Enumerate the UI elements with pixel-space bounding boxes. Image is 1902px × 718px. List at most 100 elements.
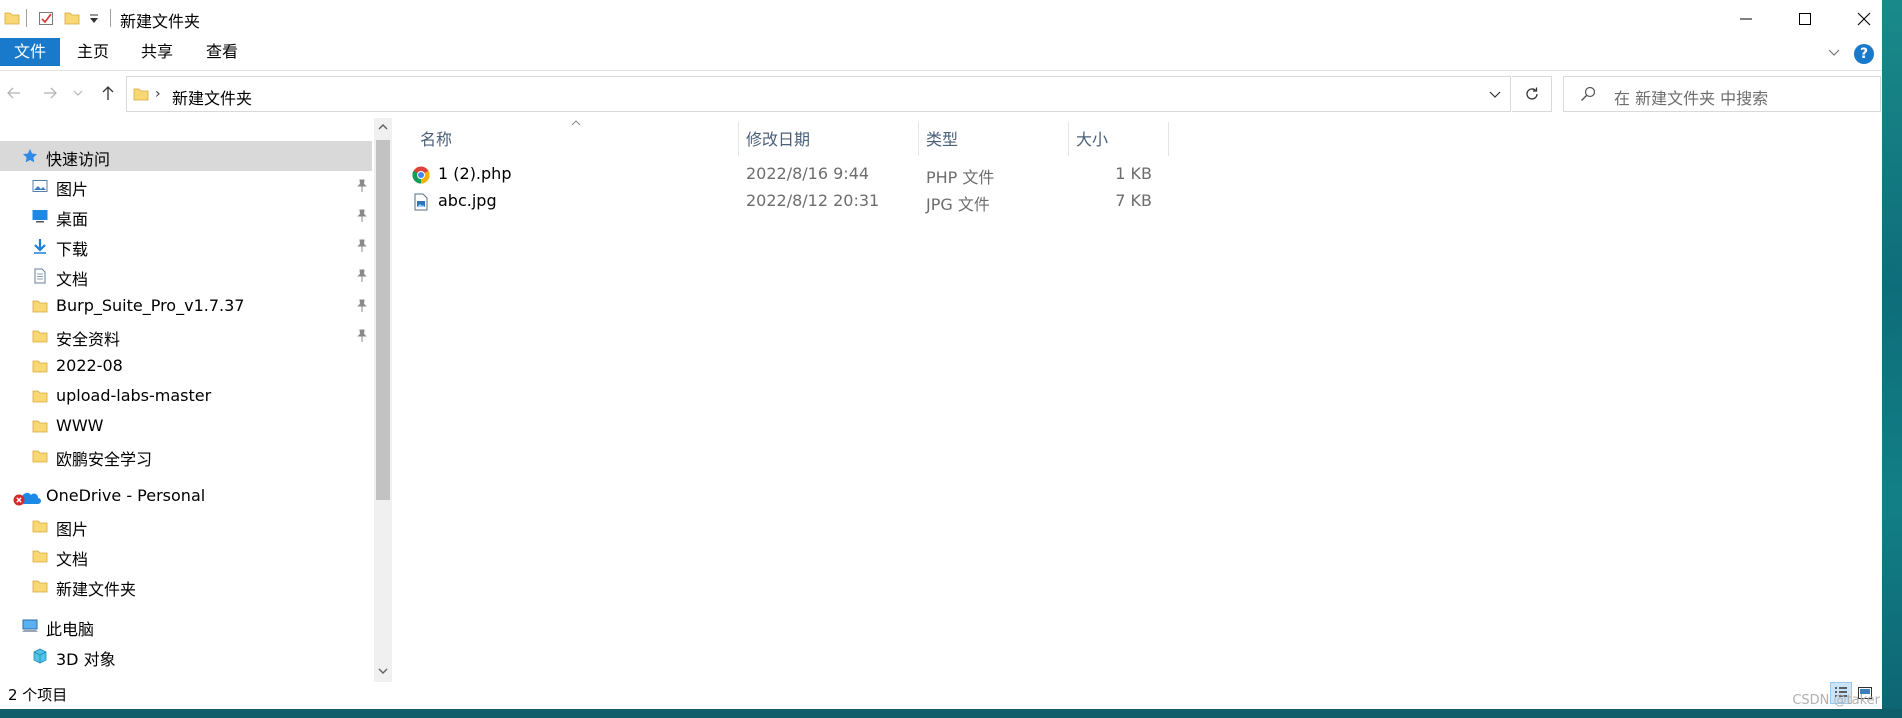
nav-onedrive[interactable]: OneDrive - Personal [0,481,372,511]
nav-label: 2022-08 [56,356,123,375]
column-separator[interactable] [918,122,919,156]
column-separator[interactable] [738,122,739,156]
pin-icon[interactable] [355,239,369,253]
nav-item-documents[interactable]: 文档 [0,261,372,291]
arrow-up-icon [102,86,114,100]
tab-home[interactable]: 主页 [64,38,122,66]
column-header-date[interactable]: 修改日期 [746,126,810,156]
scroll-up-icon[interactable] [376,120,390,134]
documents-icon [34,268,46,284]
navigation-scrollbar[interactable] [374,118,392,682]
minimize-icon [1739,18,1752,20]
forward-button[interactable] [40,83,60,103]
tab-file[interactable]: 文件 [0,38,60,66]
nav-item-downloads[interactable]: 下载 [0,231,372,261]
file-date: 2022/8/16 9:44 [746,164,870,183]
back-button[interactable] [4,83,24,103]
column-separator[interactable] [1068,122,1069,156]
nav-label: 图片 [56,520,89,539]
nav-label: 欧鹏安全学习 [56,450,153,469]
properties-icon[interactable] [38,10,54,26]
chevron-down-icon[interactable] [1488,87,1502,101]
folder-icon [32,420,48,433]
breadcrumb-separator[interactable]: › [155,86,161,102]
file-type: PHP 文件 [926,168,995,187]
nav-label: WWW [56,416,104,435]
desktop-background [1882,0,1902,718]
scroll-down-icon[interactable] [376,664,390,678]
maximize-icon [1798,13,1811,25]
pin-icon[interactable] [355,179,369,193]
maximize-button[interactable] [1775,0,1834,38]
folder-icon [32,520,48,533]
nav-quick-access[interactable]: 快速访问 [0,141,372,171]
nav-item-burp-suite[interactable]: Burp_Suite_Pro_v1.7.37 [0,291,372,321]
nav-item-pictures[interactable]: 图片 [0,171,372,201]
nav-item-onedrive-new-folder[interactable]: 新建文件夹 [0,571,372,601]
file-size: 1 KB [1115,164,1152,183]
search-icon [1581,86,1596,101]
onedrive-icon [13,493,41,506]
nav-item-security-docs[interactable]: 安全资料 [0,321,372,351]
table-row[interactable]: abc.jpg 2022/8/12 20:31 JPG 文件 7 KB [412,189,1172,215]
file-name[interactable]: abc.jpg [438,191,497,210]
nav-item-onedrive-documents[interactable]: 文档 [0,541,372,571]
nav-item-2022-08[interactable]: 2022-08 [0,351,372,381]
scrollbar-thumb[interactable] [376,140,390,500]
nav-label: 安全资料 [56,330,121,349]
up-button[interactable] [98,83,118,103]
pin-icon[interactable] [355,329,369,343]
folder-icon [32,300,48,313]
folder-icon [32,360,48,373]
address-bar[interactable]: › 新建文件夹 [126,76,1511,112]
nav-item-desktop[interactable]: 桌面 [0,201,372,231]
separator [26,9,27,27]
window-title: 新建文件夹 [120,12,201,31]
nav-item-3d-objects[interactable]: 3D 对象 [0,641,372,671]
pin-icon[interactable] [355,209,369,223]
pin-icon[interactable] [355,269,369,283]
table-row[interactable]: 1 (2).php 2022/8/16 9:44 PHP 文件 1 KB [412,162,1172,188]
status-bar: 2 个项目 [0,682,1882,709]
column-header-name[interactable]: 名称 [420,126,452,156]
ribbon-tabs: 文件 主页 共享 查看 ? [0,38,1882,71]
refresh-button[interactable] [1512,76,1552,112]
taskbar [0,709,1902,718]
recent-locations-button[interactable] [72,83,84,103]
help-button[interactable]: ? [1854,44,1874,64]
column-separator[interactable] [1168,122,1169,156]
nav-label: 文档 [56,550,89,569]
search-placeholder: 在 新建文件夹 中搜索 [1614,89,1769,108]
nav-this-pc[interactable]: 此电脑 [0,611,372,641]
nav-item-www[interactable]: WWW [0,411,372,441]
pin-icon[interactable] [355,299,369,313]
minimize-button[interactable] [1716,0,1775,38]
folder-icon [32,390,48,403]
column-header-size[interactable]: 大小 [1076,126,1108,156]
folder-icon [32,550,48,563]
image-file-icon [414,193,428,211]
nav-item-onedrive-pictures[interactable]: 图片 [0,511,372,541]
nav-label: OneDrive - Personal [46,486,206,505]
customize-qat-icon[interactable] [88,10,100,26]
tab-share[interactable]: 共享 [128,38,186,66]
close-icon [1857,12,1870,26]
nav-label: 桌面 [56,210,89,229]
expand-ribbon-icon[interactable] [1826,44,1842,60]
nav-item-study[interactable]: 欧鹏安全学习 [0,441,372,471]
3d-objects-icon [33,648,47,664]
nav-item-upload-labs[interactable]: upload-labs-master [0,381,372,411]
breadcrumb[interactable]: 新建文件夹 [172,85,252,109]
chevron-down-icon [73,90,83,96]
nav-label: 新建文件夹 [56,580,137,599]
search-box[interactable]: 在 新建文件夹 中搜索 [1563,76,1881,112]
file-name[interactable]: 1 (2).php [438,164,511,183]
new-folder-icon[interactable] [64,10,80,26]
file-list: 名称 修改日期 类型 大小 1 (2).php 2022/8/16 9:44 P… [392,118,1882,682]
column-header-type[interactable]: 类型 [926,126,958,156]
arrow-left-icon [7,87,20,99]
tab-view[interactable]: 查看 [192,38,252,66]
nav-label: 下载 [56,240,89,259]
nav-label: 图片 [56,180,89,199]
folder-icon [32,450,48,463]
